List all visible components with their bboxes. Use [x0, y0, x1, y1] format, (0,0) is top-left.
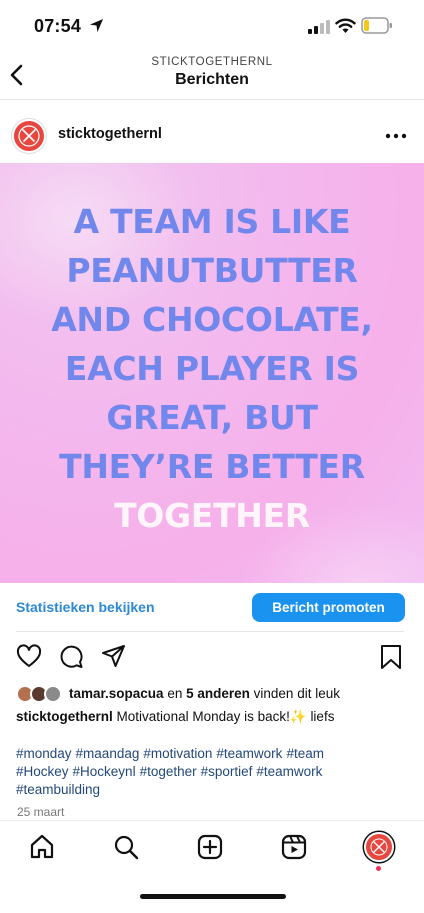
quote-line: AND CHOCOLATE, — [51, 300, 373, 339]
comment-icon[interactable] — [58, 644, 84, 670]
location-arrow-icon — [89, 18, 104, 33]
status-time: 07:54 — [34, 16, 82, 36]
bottom-tab-bar — [0, 820, 424, 880]
hashtag-link[interactable]: #maandag — [76, 746, 140, 761]
battery-icon — [361, 17, 392, 34]
post-image[interactable]: A TEAM IS LIKE PEANUTBUTTER AND CHOCOLAT… — [0, 163, 424, 583]
status-bar: 07:54 — [0, 0, 424, 50]
page-title: Berichten — [175, 71, 249, 88]
liker-avatars — [16, 685, 66, 703]
liker-username[interactable]: tamar.sopacua — [69, 686, 164, 701]
hashtag-link[interactable]: #teamwork — [216, 746, 282, 761]
like-heart-icon[interactable] — [16, 644, 42, 670]
likes-text: tamar.sopacua en 5 anderen vinden dit le… — [69, 686, 340, 701]
post-insights-bar: Statistieken bekijken Bericht promoten — [0, 583, 424, 631]
hashtag-link[interactable]: #motivation — [143, 746, 212, 761]
post-username[interactable]: sticktogethernl — [58, 126, 162, 142]
share-send-icon[interactable] — [101, 643, 127, 669]
post-header: sticktogethernl — [0, 112, 424, 160]
quote-line: EACH PLAYER IS — [64, 349, 360, 388]
caption-text: Motivational Monday is back!✨ liefs — [116, 709, 335, 724]
cellular-signal-icon — [308, 20, 330, 34]
home-icon[interactable] — [28, 833, 56, 861]
quote-line: A TEAM IS LIKE — [73, 202, 351, 241]
hashtag-link[interactable]: #together — [140, 764, 197, 779]
hashtag-link[interactable]: #sportief — [201, 764, 253, 779]
notification-dot — [376, 866, 381, 871]
likes-suffix: vinden dit leuk — [253, 686, 340, 701]
promote-post-button[interactable]: Bericht promoten — [252, 593, 405, 622]
account-avatar[interactable] — [12, 119, 46, 153]
hashtag-link[interactable]: #monday — [16, 746, 72, 761]
profile-tab-avatar[interactable] — [364, 832, 394, 862]
hashtag-link[interactable]: #Hockeynl — [73, 764, 136, 779]
quote-line: PEANUTBUTTER — [66, 251, 358, 290]
home-indicator[interactable] — [140, 894, 286, 899]
search-icon[interactable] — [112, 833, 140, 861]
quote-line: THEY’RE BETTER — [59, 447, 365, 486]
quote-text: A TEAM IS LIKE PEANUTBUTTER AND CHOCOLAT… — [0, 197, 424, 540]
hockey-sticks-logo-icon — [18, 125, 40, 147]
more-options-icon[interactable] — [384, 132, 408, 140]
hashtag-link[interactable]: #team — [286, 746, 324, 761]
view-insights-link[interactable]: Statistieken bekijken — [16, 599, 155, 615]
wifi-icon — [335, 18, 356, 33]
navigation-header: STICKTOGETHERNL Berichten — [0, 50, 424, 100]
likes-summary[interactable]: tamar.sopacua en 5 anderen vinden dit le… — [16, 685, 416, 705]
hockey-sticks-logo-icon — [370, 838, 388, 856]
divider — [16, 631, 404, 632]
others-count[interactable]: 5 anderen — [186, 686, 250, 701]
account-name-subtitle: STICKTOGETHERNL — [151, 56, 273, 68]
hashtag-link[interactable]: #Hockey — [16, 764, 69, 779]
quote-highlight: TOGETHER — [114, 496, 310, 535]
bookmark-icon[interactable] — [378, 644, 404, 670]
caption-username[interactable]: sticktogethernl — [16, 709, 113, 724]
hashtags: #monday #maandag #motivation #teamwork #team… — [16, 745, 416, 799]
quote-line: GREAT, BUT — [106, 398, 318, 437]
avatar — [44, 685, 62, 703]
post-date: 25 maart — [17, 805, 65, 819]
likes-connector: en — [167, 686, 183, 701]
post-caption: sticktogethernl Motivational Monday is b… — [16, 708, 416, 726]
create-post-icon[interactable] — [196, 833, 224, 861]
post-actions — [0, 642, 424, 672]
hashtag-link[interactable]: #teambuilding — [16, 782, 100, 797]
hashtag-link[interactable]: #teamwork — [256, 764, 322, 779]
reels-icon[interactable] — [280, 833, 308, 861]
